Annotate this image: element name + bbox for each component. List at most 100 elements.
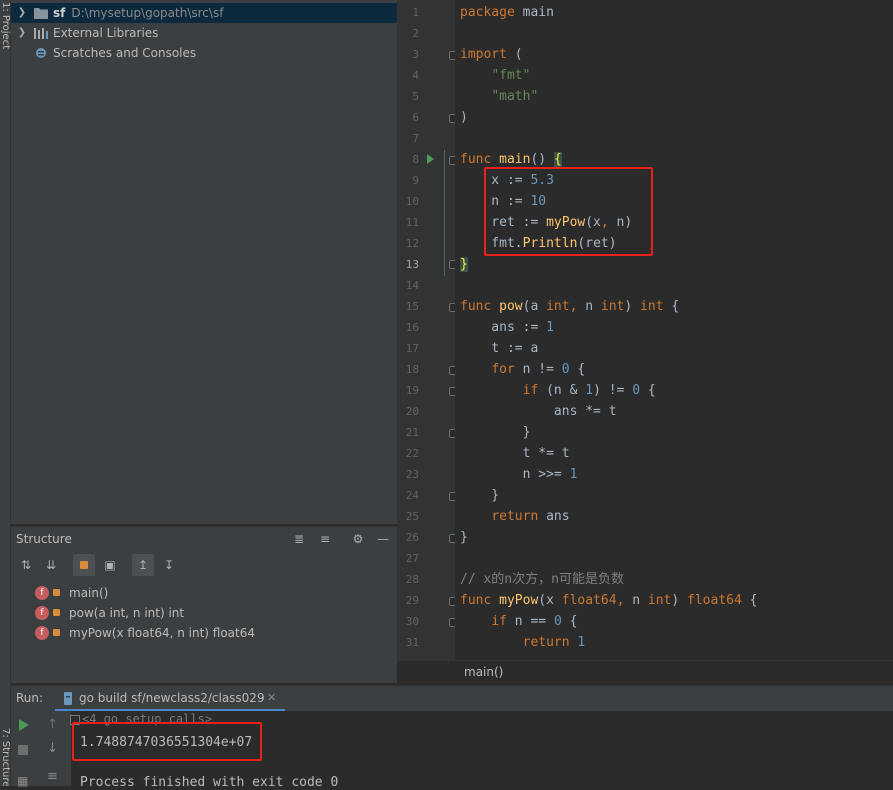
left-tool-strip: 1: Project 7: Structure [0,0,11,786]
line-number: 15 [405,300,419,313]
run-tab[interactable]: go build sf/newclass2/class029 ✕ [55,686,285,712]
code-token: ) [460,110,468,125]
code-token: func [460,593,500,608]
code-token: () [530,152,554,167]
code-line: import ( [460,44,523,65]
chevron-right-icon[interactable]: ❯ [17,23,27,43]
code-token: 0 [553,614,570,629]
arrow-down-icon[interactable]: ↓ [47,741,58,756]
lock-icon [53,629,60,636]
line-number: 30 [405,615,419,628]
code-token: 1 [577,635,586,650]
code-token: n [632,593,648,608]
autoscroll-from-source-icon[interactable]: ↧ [158,554,180,576]
sort-by-type-icon[interactable]: ⇅ [15,554,37,576]
code-token: n == [514,614,554,629]
line-number: 4 [412,69,419,82]
tree-item-sf[interactable]: ❯ sf D:\mysetup\gopath\src\sf [11,3,397,23]
line-number: 19 [405,384,419,397]
code-token: ) [671,593,688,608]
expand-all-icon[interactable]: ≣ [289,529,309,549]
soft-wrap-icon[interactable]: ≡ [47,769,58,784]
structure-item-pow[interactable]: f pow(a int, n int) int [11,603,397,623]
structure-item-mypow[interactable]: f myPow(x float64, n int) float64 [11,623,397,643]
code-token: 1 [569,467,578,482]
structure-panel: Structure ≣ ≡ ⚙ — ⇅ ⇊ ▣ ↥ ↧ f main() f p… [11,526,397,683]
stop-icon[interactable] [18,745,28,755]
breadcrumb-item[interactable]: main() [464,665,503,679]
gear-icon[interactable]: ⚙ [348,529,368,549]
collapse-all-icon[interactable]: ≡ [315,529,335,549]
tree-item-label: External Libraries [53,26,159,40]
line-number: 21 [405,426,419,439]
chevron-right-icon[interactable]: ❯ [17,3,27,23]
code-token: myPow [499,593,539,608]
code-token: } [460,530,468,545]
code-line: if (n & 1) != 0 { [460,380,656,401]
autoscroll-to-source-icon[interactable]: ↥ [132,554,154,576]
code-line: } [460,485,499,506]
line-number: 13 [405,258,419,271]
code-token: func [460,152,500,167]
code-token: n [585,299,601,314]
line-number: 18 [405,363,419,376]
arrow-up-icon[interactable]: ↑ [47,717,58,732]
show-fields-icon[interactable]: ▣ [99,554,121,576]
code-token: ans [546,509,570,524]
code-line: n >>= 1 [460,464,578,485]
hide-icon[interactable]: — [373,529,393,549]
breadcrumb: main() [397,660,893,685]
code-token: main [522,5,554,20]
code-line: t *= t [460,443,570,464]
show-non-public-icon[interactable] [73,554,95,576]
run-console[interactable]: <4 go setup calls> 1.7488747036551304e+0… [70,711,893,790]
code-line: return ans [460,506,570,527]
code-line: "fmt" [460,65,530,86]
line-number: 20 [405,405,419,418]
run-gutter-icon[interactable] [427,154,434,164]
code-token: ans := [460,320,547,335]
code-token: , [569,299,586,314]
line-number: 1 [412,6,419,19]
line-number: 14 [405,279,419,292]
project-tool-tab[interactable]: 1: Project [0,2,11,50]
structure-item-main[interactable]: f main() [11,583,397,603]
code-editor[interactable]: package main import ( "fmt" "math") func m… [455,0,893,660]
rerun-icon[interactable] [19,719,29,731]
line-number: 5 [412,90,419,103]
code-token: { [553,152,562,167]
run-label: Run: [16,691,44,705]
structure-item-label: myPow(x float64, n int) float64 [69,626,255,640]
code-token: ( [514,47,523,62]
run-toolbar: ↑ ↓ ▦ ≡ [11,711,71,788]
structure-item-label: main() [69,586,109,600]
code-token: ans *= t [460,404,617,419]
line-number: 23 [405,468,419,481]
line-number: 17 [405,342,419,355]
code-token: float64 [561,593,617,608]
run-tab-label: go build sf/newclass2/class029 [79,691,265,705]
code-token: 1 [546,320,554,335]
code-token: int [546,299,570,314]
line-number: 26 [405,531,419,544]
close-icon[interactable]: ✕ [267,691,276,704]
code-token: 1 [585,383,594,398]
process-finished-text: Process finished with exit code 0 [80,775,339,790]
code-line: ) [460,107,468,128]
code-line: } [460,527,468,548]
tree-item-scratches[interactable]: Scratches and Consoles [11,43,397,63]
code-token: int [647,593,672,608]
code-token: func [460,299,500,314]
code-line: // x的n次方，n可能是负数 [460,569,624,590]
line-number: 2 [412,27,419,40]
code-token: , [616,593,633,608]
tree-item-external-libraries[interactable]: ❯ External Libraries [11,23,397,43]
go-file-icon [64,692,72,705]
line-number: 31 [405,636,419,649]
structure-tool-tab[interactable]: 7: Structure [0,728,11,786]
sort-alphabetically-icon[interactable]: ⇊ [40,554,62,576]
line-number: 11 [405,216,419,229]
